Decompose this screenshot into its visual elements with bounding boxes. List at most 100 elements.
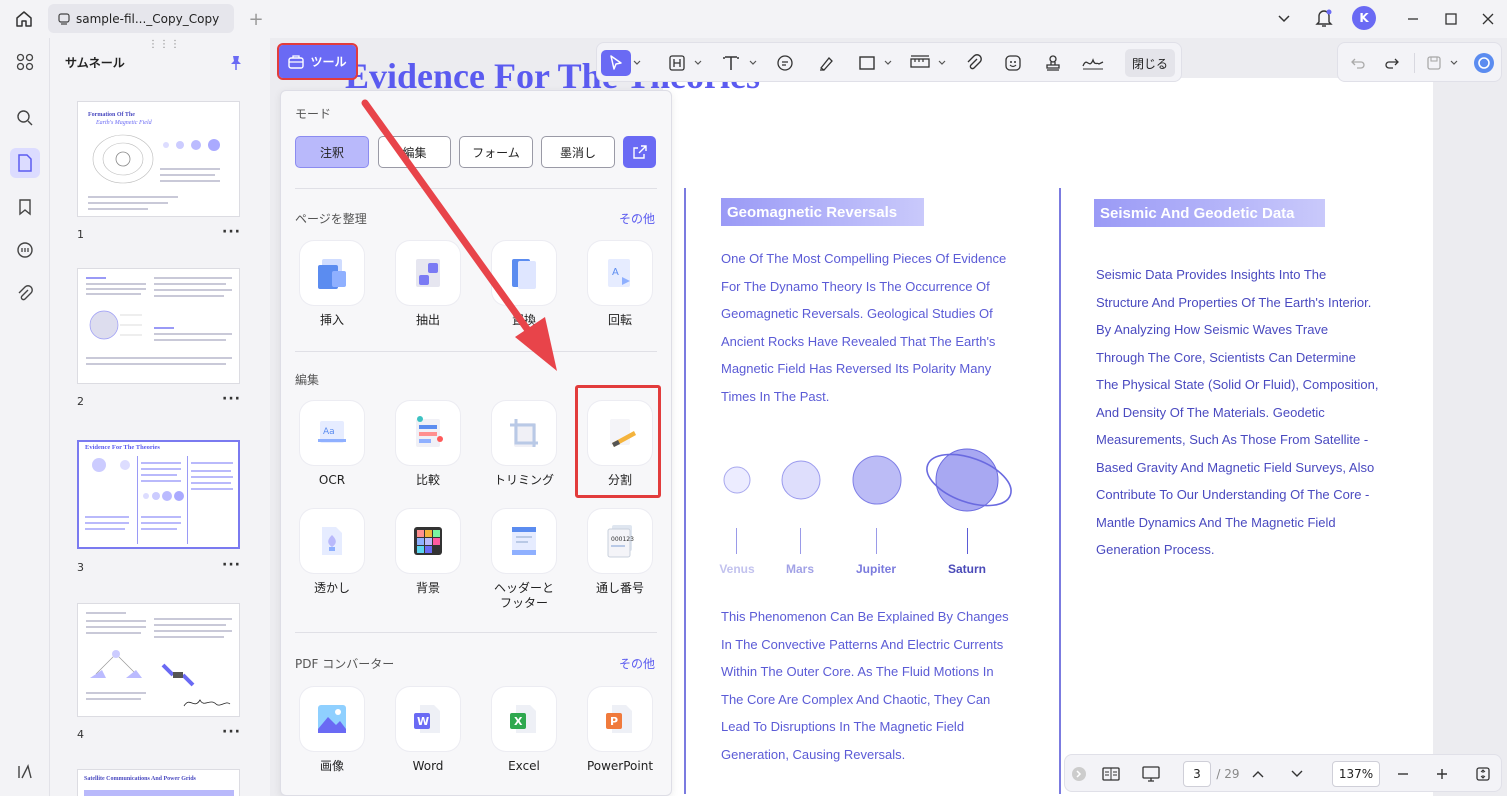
presentation-icon[interactable] (1139, 762, 1163, 786)
attachment-icon[interactable] (10, 279, 40, 309)
stamp-icon[interactable] (1041, 50, 1065, 76)
planet-label-jupiter: Jupiter (855, 562, 896, 576)
bookmark-icon[interactable] (10, 192, 40, 222)
document-tab[interactable]: sample-fil..._Copy_Copy (48, 4, 234, 33)
save-icon[interactable] (1422, 50, 1446, 76)
page-number-4: 4 (77, 728, 84, 741)
redo-icon[interactable] (1380, 50, 1404, 76)
right-heading: Seismic And Geodetic Data (1094, 199, 1325, 227)
convert-image-tool[interactable]: 画像 (292, 687, 372, 774)
compare-tool[interactable]: 比較 (388, 401, 468, 488)
document-tab-icon (58, 12, 70, 25)
converter-more-link[interactable]: その他 (619, 655, 655, 672)
thumbnail-text: Earth's Magnetic Field (96, 120, 152, 126)
thumbnail-planets (143, 491, 184, 501)
background-tool[interactable]: 背景 (388, 509, 468, 596)
text-tool-icon[interactable] (719, 50, 743, 76)
rotate-pages-icon: A (588, 241, 652, 305)
apps-grid-icon[interactable] (10, 47, 40, 77)
rotate-tool[interactable]: A 回転 (580, 241, 660, 328)
convert-word-tool[interactable]: W Word (388, 687, 468, 774)
bell-icon[interactable] (1313, 7, 1335, 29)
thumbnails-page-icon[interactable] (10, 148, 40, 178)
paperclip-icon[interactable] (962, 50, 986, 76)
collapse-arrow-icon[interactable] (1071, 762, 1087, 786)
page-thumbnail-4[interactable] (77, 603, 240, 717)
current-page-input[interactable]: 3 (1183, 761, 1211, 787)
image-file-icon (300, 687, 364, 751)
avatar[interactable]: K (1352, 6, 1376, 30)
comment-icon[interactable] (10, 235, 40, 265)
crop-tool[interactable]: トリミング (484, 401, 564, 488)
chevron-down-icon[interactable] (747, 50, 759, 76)
maximize-icon[interactable] (1441, 9, 1461, 29)
chevron-down-icon[interactable] (631, 50, 643, 76)
convert-powerpoint-tool[interactable]: P PowerPoint (580, 687, 660, 774)
zoom-level-input[interactable]: 137% (1332, 761, 1380, 787)
chevron-down-icon[interactable] (692, 50, 704, 76)
measure-icon[interactable] (907, 50, 933, 76)
thumbnail-text: Satellite Communications And Power Grids (84, 776, 196, 782)
ai-assistant-icon[interactable] (1472, 50, 1496, 76)
convert-excel-tool[interactable]: X Excel (484, 687, 564, 774)
thumbnail-planets (163, 139, 220, 151)
converter-section-label: PDF コンバーター (295, 657, 395, 671)
thumbnail-panel-title: サムネール (65, 56, 125, 70)
page-more-button-2[interactable]: ··· (222, 391, 241, 407)
search-icon[interactable] (10, 103, 40, 133)
page-more-button-1[interactable]: ··· (222, 224, 241, 240)
next-page-icon[interactable] (1287, 762, 1307, 786)
sticker-icon[interactable] (1001, 50, 1025, 76)
chevron-down-icon[interactable] (882, 50, 894, 76)
open-external-icon[interactable] (623, 136, 656, 168)
page-thumbnail-3[interactable]: Evidence For The Theories (77, 440, 240, 549)
page-more-button-3[interactable]: ··· (222, 557, 241, 573)
chevron-down-icon[interactable] (1274, 9, 1294, 29)
page-layout-icon[interactable] (1099, 762, 1123, 786)
header-footer-tool[interactable]: ヘッダーと フッター (484, 509, 564, 611)
new-tab-plus-icon[interactable]: + (246, 9, 266, 30)
sidebar-toggle-icon[interactable] (10, 757, 40, 787)
comment-bubble-icon[interactable] (773, 50, 797, 76)
pin-icon[interactable] (228, 54, 244, 72)
organize-more-link[interactable]: その他 (619, 210, 655, 227)
chevron-down-icon[interactable] (1448, 50, 1460, 76)
select-cursor-icon[interactable] (601, 50, 631, 76)
ocr-tool[interactable]: Aa OCR (292, 401, 372, 488)
excel-file-icon: X (492, 687, 556, 751)
close-toolbar-button[interactable]: 閉じる (1125, 49, 1175, 77)
highlighter-icon[interactable] (814, 50, 838, 76)
page-thumbnail-2[interactable] (77, 268, 240, 384)
svg-text:000123: 000123 (611, 536, 634, 543)
page-thumbnail-5[interactable]: Satellite Communications And Power Grids (77, 769, 240, 796)
bates-number-tool[interactable]: 000123 通し番号 (580, 509, 660, 596)
mode-section-label: モード (295, 107, 332, 121)
tools-button[interactable]: ツール (277, 43, 358, 80)
zoom-in-icon[interactable] (1432, 762, 1452, 786)
heading-icon[interactable] (665, 50, 689, 76)
signature-icon[interactable] (1079, 50, 1107, 76)
rectangle-shape-icon[interactable] (855, 50, 879, 76)
compare-icon (396, 401, 460, 465)
close-window-icon[interactable] (1478, 9, 1498, 29)
column-divider (684, 188, 686, 794)
home-icon[interactable] (12, 8, 36, 30)
previous-page-icon[interactable] (1248, 762, 1268, 786)
ocr-icon: Aa (300, 401, 364, 465)
page-more-button-4[interactable]: ··· (222, 724, 241, 740)
thumbnail-text: Formation Of The (88, 112, 135, 118)
page-thumbnail-1[interactable]: Formation Of The Earth's Magnetic Field (77, 101, 240, 217)
fit-page-icon[interactable] (1473, 762, 1493, 786)
column-divider (1059, 188, 1061, 794)
minimize-icon[interactable] (1403, 9, 1423, 29)
undo-icon[interactable] (1346, 50, 1370, 76)
drag-handle-icon[interactable]: ⋮⋮⋮ (148, 39, 181, 50)
zoom-out-icon[interactable] (1393, 762, 1413, 786)
watermark-tool[interactable]: 透かし (292, 509, 372, 596)
pdf-page[interactable]: Geomagnetic Reversals One Of The Most Co… (663, 78, 1433, 796)
page-number-1: 1 (77, 228, 84, 241)
chevron-down-icon[interactable] (936, 50, 948, 76)
planets-diagram (723, 448, 1012, 512)
thumbnail-panel: ⋮⋮⋮ サムネール Formation Of The Earth's Magne… (50, 38, 270, 796)
svg-text:Aa: Aa (323, 427, 335, 437)
